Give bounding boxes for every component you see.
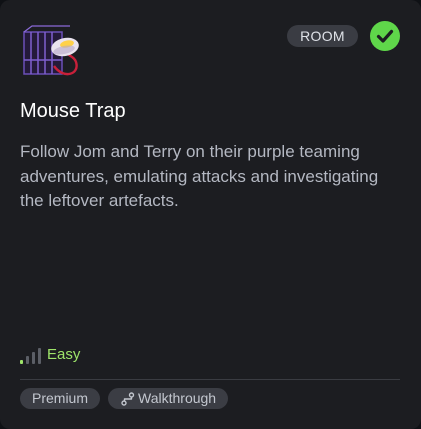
- mouse-trap-room-icon: [23, 25, 79, 76]
- room-description: Follow Jom and Terry on their purple tea…: [20, 142, 379, 210]
- divider: [20, 379, 400, 380]
- room-card[interactable]: ROOM Mouse Trap Follow Jom and Terry on …: [0, 0, 421, 429]
- signal-bars-icon: [20, 346, 42, 364]
- tag-list: Premium Walkthrough: [20, 388, 229, 409]
- room-image: [20, 22, 84, 82]
- room-type-badge: ROOM: [287, 25, 358, 47]
- tag-label: Premium: [32, 390, 89, 406]
- check-circle-icon: [370, 21, 400, 51]
- difficulty-label: Easy: [47, 346, 81, 363]
- walkthrough-path-icon: [120, 391, 138, 407]
- tag-premium: Premium: [20, 388, 101, 409]
- tag-walkthrough: Walkthrough: [108, 388, 229, 409]
- room-title[interactable]: Mouse Trap: [20, 97, 126, 125]
- difficulty-indicator: Easy: [20, 345, 80, 365]
- tag-label: Walkthrough: [138, 390, 217, 406]
